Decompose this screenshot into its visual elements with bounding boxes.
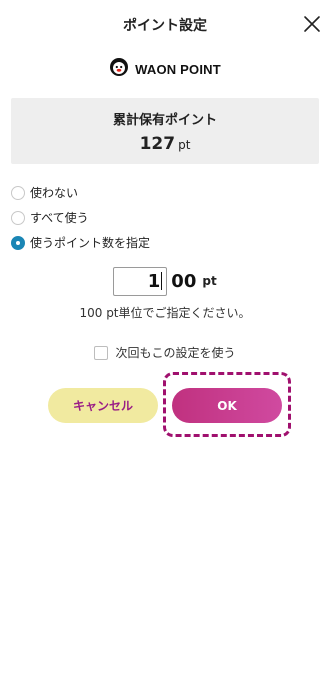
amount-row: 1 00 pt <box>0 266 330 296</box>
option-specify[interactable]: 使うポイント数を指定 <box>11 230 311 255</box>
radio-button[interactable] <box>11 185 25 200</box>
remember-setting[interactable]: 次回もこの設定を使う <box>0 344 330 361</box>
option-label: 使うポイント数を指定 <box>30 236 151 250</box>
text-caret <box>161 271 163 290</box>
dialog-header: ポイント設定 <box>0 0 330 52</box>
amount-hint: 100 pt単位でご指定ください。 <box>79 306 251 320</box>
option-label: 使わない <box>30 186 79 200</box>
close-icon[interactable] <box>302 14 322 34</box>
option-all[interactable]: すべて使う <box>11 205 311 230</box>
points-value-row: 127 pt <box>11 134 319 154</box>
amount-unit: pt <box>202 274 217 288</box>
ok-button[interactable]: OK <box>172 388 282 423</box>
cancel-button[interactable]: キャンセル <box>48 388 158 423</box>
radio-button[interactable] <box>11 210 25 225</box>
points-summary: 累計保有ポイント 127 pt <box>11 98 319 164</box>
radio-button-selected[interactable] <box>11 235 25 250</box>
points-amount-input[interactable]: 1 <box>113 266 168 296</box>
remember-checkbox[interactable] <box>94 345 109 360</box>
dialog-title: ポイント設定 <box>123 18 207 34</box>
points-unit: pt <box>178 138 191 152</box>
option-none[interactable]: 使わない <box>11 180 311 205</box>
remember-label: 次回もこの設定を使う <box>115 346 236 360</box>
option-label: すべて使う <box>30 211 89 225</box>
points-label: 累計保有ポイント <box>112 113 217 128</box>
brand-name: WAON POINT <box>135 61 221 77</box>
amount-suffix: 00 <box>171 270 197 292</box>
brand-logo: WAON POINT <box>0 57 330 81</box>
usage-options: 使わない すべて使う 使うポイント数を指定 <box>11 180 311 255</box>
amount-input-value: 1 <box>147 270 161 292</box>
waon-dog-icon <box>109 57 129 81</box>
points-value: 127 <box>139 134 176 154</box>
